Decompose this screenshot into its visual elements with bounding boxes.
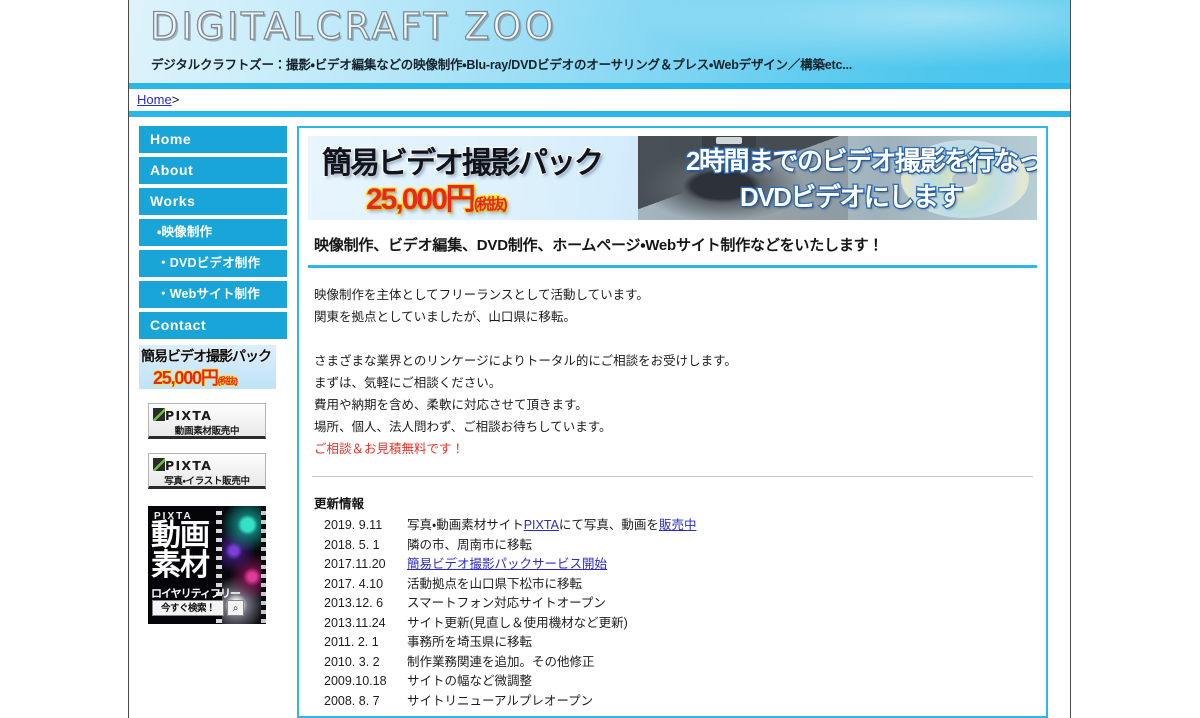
news-gap bbox=[400, 674, 407, 688]
news-date: 2019. 9.11 bbox=[324, 518, 383, 532]
news-date: 2009.10.18 bbox=[324, 674, 387, 688]
intro-paragraph: 映像制作を主体としてフリーランスとして活動しています。 関東を拠点としていました… bbox=[314, 284, 1037, 460]
news-gap bbox=[400, 538, 407, 552]
sidebar-promo-price: 25,000円(税抜) bbox=[152, 367, 239, 388]
body-wrapper: Home About Works ・映像制作 ・DVDビデオ制作 ・Webサイト… bbox=[129, 117, 1070, 718]
sidebar-promo-banner[interactable]: 簡易ビデオ撮影パック 25,000円(税抜) bbox=[139, 345, 276, 389]
news-row: 2018. 5. 1 隣の市、周南市に移転 bbox=[324, 536, 1037, 556]
title-underline bbox=[308, 265, 1037, 268]
pixta-photo-button[interactable]: PIXTA 写真・イラスト販売中 bbox=[148, 453, 266, 489]
news-date: 2013.11.24 bbox=[324, 615, 386, 630]
news-link[interactable]: PIXTA bbox=[524, 518, 559, 532]
sidebar-promo-tax: (税抜) bbox=[217, 375, 239, 386]
page-container: DIGITALCRAFT ZOO デジタルクラフトズー：撮影・ビデオ編集などの映… bbox=[128, 0, 1071, 718]
news-row: 2017. 4.10 活動拠点を山口県下松市に移転 bbox=[324, 575, 1037, 595]
news-date: 2018. 5. 1 bbox=[324, 537, 380, 552]
news-text: 隣の市、周南市に移転 bbox=[406, 537, 532, 552]
news-row: 2011. 2. 1 事務所を埼玉県に移転 bbox=[324, 633, 1037, 653]
site-tagline: デジタルクラフトズー：撮影・ビデオ編集などの映像制作・Blu-ray/DVDビデ… bbox=[151, 58, 853, 72]
sidebar-item-contact[interactable]: Contact bbox=[139, 312, 287, 339]
pixta-video-sublabel: 動画素材販売中 bbox=[174, 426, 240, 437]
news-gap bbox=[400, 635, 407, 649]
sidebar-item-video-production[interactable]: ・映像制作 bbox=[139, 219, 287, 246]
news-date: 2013.12. 6 bbox=[324, 596, 384, 610]
pixta-logo-icon bbox=[153, 408, 165, 421]
sidebar-item-dvd-production[interactable]: ・DVDビデオ制作 bbox=[139, 250, 287, 277]
news-link[interactable]: 販売中 bbox=[659, 518, 697, 532]
news-gap bbox=[400, 518, 407, 532]
hero-left-tax: (税抜) bbox=[472, 195, 509, 215]
news-text: 写真・動画素材サイト bbox=[406, 518, 524, 532]
film-perforation-icon bbox=[261, 506, 266, 624]
news-row: 2013.12. 6 スマートフォン対応サイトオープン bbox=[324, 594, 1037, 614]
news-text: サイトの幅など微調整 bbox=[406, 674, 532, 688]
hero-banner[interactable]: 簡易ビデオ撮影パック 25,000円(税抜) 2時間までのビデオ撮影を行なって … bbox=[308, 136, 1037, 220]
news-row: 2010. 3. 2 制作業務関連を追加。その他修正 bbox=[324, 653, 1037, 673]
ad-royalty-label: ロイヤリティフリー bbox=[151, 588, 241, 600]
hero-right-line1: 2時間までのビデオ撮影を行なって bbox=[685, 145, 1037, 178]
news-row: 2017.11.20 簡易ビデオ撮影パックサービス開始 bbox=[324, 555, 1037, 575]
intro-line: 関東を拠点としていましたが、山口県に移転。 bbox=[314, 310, 576, 324]
ad-search-button[interactable]: 今すぐ検索！ bbox=[152, 600, 224, 616]
pixta-photo-sublabel: 写真・イラスト販売中 bbox=[164, 476, 250, 487]
news-row: 2019. 9.11 写真・動画素材サイトPIXTAにて写真、動画を販売中 bbox=[324, 516, 1037, 536]
site-logo: DIGITALCRAFT ZOO bbox=[149, 4, 557, 48]
news-text: サイト更新(見直し＆使用機材など更新) bbox=[406, 615, 628, 630]
news-text: にて写真、動画を bbox=[558, 518, 659, 532]
news-date: 2017. 4.10 bbox=[324, 576, 384, 591]
news-gap bbox=[400, 557, 407, 571]
ad-headline-line1: 動画 bbox=[151, 519, 210, 552]
pixta-brand-label: PIXTA bbox=[165, 458, 213, 473]
sidebar-item-about[interactable]: About bbox=[139, 157, 287, 184]
intro-line: 映像制作を主体としてフリーランスとして活動しています。 bbox=[314, 288, 649, 302]
detail-line: まずは、気軽にご相談ください。 bbox=[314, 376, 502, 390]
news-gap bbox=[400, 694, 407, 708]
breadcrumb: Home> bbox=[129, 89, 1070, 111]
news-gap bbox=[400, 596, 407, 610]
pixta-logo-icon bbox=[153, 458, 165, 471]
free-consultation-note: ご相談＆お見積無料です！ bbox=[314, 442, 465, 456]
news-gap bbox=[400, 655, 407, 669]
site-header: DIGITALCRAFT ZOO デジタルクラフトズー：撮影・ビデオ編集などの映… bbox=[129, 0, 1070, 83]
ad-headline-line2: 素材 bbox=[151, 549, 210, 582]
page-title: 映像制作、ビデオ編集、DVD制作、ホームページ・Webサイト制作などをいたします… bbox=[314, 237, 884, 254]
news-date: 2017.11.20 bbox=[324, 557, 386, 571]
section-divider bbox=[312, 476, 1033, 477]
news-gap bbox=[400, 616, 407, 630]
breadcrumb-separator: > bbox=[171, 92, 180, 107]
news-date: 2011. 2. 1 bbox=[324, 635, 379, 649]
news-text: 制作業務関連を追加。その他修正 bbox=[406, 654, 595, 669]
news-heading: 更新情報 bbox=[314, 497, 365, 511]
news-text: 活動拠点を山口県下松市に移転 bbox=[406, 576, 582, 591]
news-date: 2008. 8. 7 bbox=[324, 693, 380, 708]
news-text: サイトリニューアルプレオープン bbox=[406, 693, 594, 708]
breadcrumb-link-home[interactable]: Home bbox=[137, 92, 172, 107]
pixta-brand-label: PIXTA bbox=[165, 408, 213, 423]
pixta-video-button[interactable]: PIXTA 動画素材販売中 bbox=[148, 403, 266, 439]
news-row: 2009.10.18 サイトの幅など微調整 bbox=[324, 672, 1037, 692]
sidebar: Home About Works ・映像制作 ・DVDビデオ制作 ・Webサイト… bbox=[139, 126, 287, 718]
search-icon[interactable]: ⌕ bbox=[227, 600, 244, 616]
news-text: スマートフォン対応サイトオープン bbox=[406, 596, 606, 610]
hero-left-price: 25,000円(税抜) bbox=[365, 182, 509, 218]
sidebar-item-home[interactable]: Home bbox=[139, 126, 287, 153]
detail-line: さまざまな業界とのリンケージによりトータル的にご相談をお受けします。 bbox=[314, 354, 737, 368]
main-content: 簡易ビデオ撮影パック 25,000円(税抜) 2時間までのビデオ撮影を行なって … bbox=[297, 126, 1048, 718]
detail-line: 場所、個人、法人問わず、ご相談お待ちしています。 bbox=[314, 420, 612, 434]
news-date: 2010. 3. 2 bbox=[324, 654, 380, 669]
pixta-ad-banner[interactable]: PIXTA 動画 素材 ロイヤリティフリー 今すぐ検索！ ⌕ bbox=[148, 506, 266, 624]
news-list: 2019. 9.11 写真・動画素材サイトPIXTAにて写真、動画を販売中 201… bbox=[324, 516, 1037, 711]
news-row: 2008. 8. 7 サイトリニューアルプレオープン bbox=[324, 692, 1037, 712]
news-text: 事務所を埼玉県に移転 bbox=[406, 635, 532, 649]
news-link[interactable]: 簡易ビデオ撮影パックサービス開始 bbox=[407, 557, 607, 571]
news-gap bbox=[400, 577, 407, 591]
sidebar-promo-title: 簡易ビデオ撮影パック bbox=[141, 348, 273, 365]
sidebar-item-website-production[interactable]: ・Webサイト制作 bbox=[139, 281, 287, 308]
news-row: 2013.11.24 サイト更新(見直し＆使用機材など更新) bbox=[324, 614, 1037, 634]
detail-line: 費用や納期を含め、柔軟に対応させて頂きます。 bbox=[314, 398, 588, 412]
hero-right-line2: DVDビデオにします bbox=[739, 181, 965, 214]
sidebar-item-works[interactable]: Works bbox=[139, 188, 287, 215]
